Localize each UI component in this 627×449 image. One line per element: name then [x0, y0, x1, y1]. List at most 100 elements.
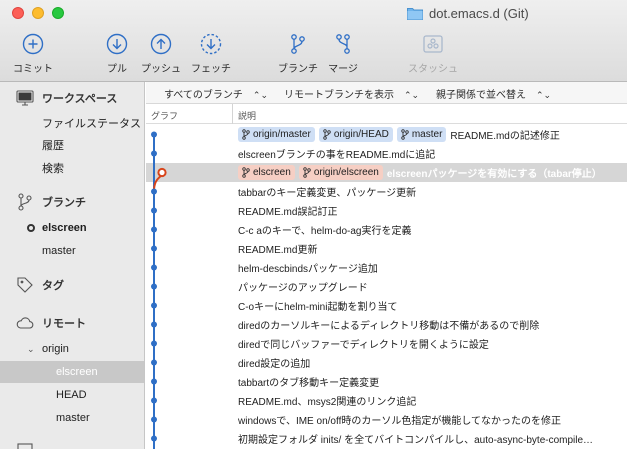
commit-message: 初期設定フォルダ inits/ を全てバイトコンパイルし、auto-async-… [238, 435, 594, 446]
branch-tag-label: origin/HEAD [333, 129, 389, 140]
sidebar-section-tags[interactable]: タグ [0, 272, 144, 298]
sidebar-item-search[interactable]: 検索 [0, 157, 144, 179]
sidebar-item-remote-master[interactable]: master [0, 407, 144, 429]
commit-description: elscreenブランチの事をREADME.mdに追記 [238, 145, 435, 162]
sidebar-section-branches[interactable]: ブランチ [0, 189, 144, 215]
show-remote-dropdown[interactable]: リモートブランチを表示 ⌃⌄ [284, 86, 419, 101]
sidebar-item-label: origin [42, 343, 69, 355]
sidebar-item-file-status[interactable]: ファイルステータス [0, 112, 144, 134]
up-down-chevron-icon: ⌃⌄ [536, 90, 552, 100]
commit-message: elscreenブランチの事をREADME.mdに追記 [238, 150, 436, 161]
all-branches-dropdown[interactable]: すべてのブランチ ⌃⌄ [164, 86, 268, 101]
arrow-up-circle-icon [150, 33, 172, 55]
graph-commit-node [151, 283, 157, 290]
branch-tag[interactable]: master [396, 127, 447, 142]
branch-tag[interactable]: origin/elscreen [298, 165, 383, 180]
graph-commit-node [151, 131, 157, 138]
commit-description: dired設定の追加 [238, 354, 310, 371]
commit-description: README.md誤記訂正 [238, 202, 337, 219]
sidebar-section-submodules[interactable] [0, 438, 144, 449]
window-title-text: dot.emacs.d (Git) [429, 5, 529, 21]
branch-icon [242, 167, 250, 178]
column-header-description[interactable]: 説明 [238, 109, 256, 122]
column-header-graph[interactable]: グラフ [151, 109, 178, 122]
sidebar-item-remote-elscreen[interactable]: elscreen [0, 361, 144, 383]
fetch-label: フェッチ [191, 64, 231, 75]
commit-message: diredで同じバッファーでディレクトリを開くように設定 [238, 340, 489, 351]
merge-button[interactable]: マージ [313, 33, 373, 75]
sidebar-item-branch-master[interactable]: master [0, 240, 144, 262]
cloud-icon [16, 317, 34, 329]
branch-tag[interactable]: origin/master [238, 127, 315, 142]
commit-message: helm-descbindsパッケージ追加 [238, 264, 378, 275]
sidebar-section-workspace[interactable]: ワークスペース [0, 85, 144, 111]
commit-message: dired設定の追加 [238, 359, 311, 370]
sidebar-item-branch-elscreen[interactable]: elscreen [0, 217, 144, 239]
sidebar-item-remote-head[interactable]: HEAD [0, 384, 144, 406]
all-branches-label: すべてのブランチ [164, 90, 243, 101]
tag-icon [17, 277, 33, 293]
graph-commit-node [151, 150, 157, 157]
commit-description: helm-descbindsパッケージ追加 [238, 259, 378, 276]
monitor-icon [16, 90, 34, 106]
sort-order-dropdown[interactable]: 親子関係で並べ替え ⌃⌄ [436, 86, 551, 101]
column-divider[interactable] [232, 104, 233, 124]
graph-commit-node [151, 321, 157, 328]
commit-message: README.mdの記述修正 [450, 131, 560, 142]
commit-description: README.md更新 [238, 240, 317, 257]
stash-button[interactable]: スタッシュ [403, 33, 463, 75]
graph-commit-node [151, 416, 157, 423]
commit-description: README.md、msys2関連のリンク追記 [238, 392, 416, 409]
branch-icon [323, 129, 331, 140]
commit-message: README.md誤記訂正 [238, 207, 338, 218]
sidebar-item-label: HEAD [56, 389, 87, 401]
branch-tag[interactable]: origin/HEAD [318, 127, 393, 142]
commit-description: origin/master origin/HEAD master README.mdの… [238, 126, 560, 143]
commit-message: パッケージのアップグレード [238, 283, 368, 294]
fetch-button[interactable]: フェッチ [181, 33, 241, 75]
commit-description: C-c aのキーで、helm-do-ag実行を定義 [238, 221, 411, 238]
graph-commit-node [151, 207, 157, 214]
stash-icon [423, 35, 443, 53]
sidebar-item-label: master [42, 245, 76, 257]
commit-message: tabbartのタブ移動キー定義変更 [238, 378, 380, 389]
up-down-chevron-icon: ⌃⌄ [252, 90, 268, 100]
commit-description: diredのカーソルキーによるディレクトリ移動は不備があるので削除 [238, 316, 539, 333]
arrow-down-circle-icon [106, 33, 128, 55]
graph-commit-node [157, 167, 167, 178]
sidebar-section-remotes[interactable]: リモート [0, 310, 144, 336]
sidebar-item-label: master [56, 412, 90, 424]
branch-tag[interactable]: elscreen [238, 165, 295, 180]
commit-label: コミット [13, 64, 53, 75]
sidebar-item-history[interactable]: 履歴 [0, 134, 144, 156]
graph-commit-node [151, 245, 157, 252]
sidebar-item-remote-origin[interactable]: ⌄ origin [0, 338, 144, 360]
window-title: dot.emacs.d (Git) [407, 5, 529, 21]
commit-button[interactable]: コミット [3, 33, 63, 75]
graph-commit-node [151, 340, 157, 347]
commit-description: diredで同じバッファーでディレクトリを開くように設定 [238, 335, 489, 352]
commit-message: README.md、msys2関連のリンク追記 [238, 397, 417, 408]
sidebar-item-label: elscreen [42, 222, 87, 234]
sidebar-item-label: 検索 [42, 163, 64, 175]
graph-commit-node [151, 359, 157, 366]
commit-description: パッケージのアップグレード [238, 278, 368, 295]
close-window-button[interactable] [12, 7, 24, 19]
commit-message: tabbarのキー定義変更、パッケージ更新 [238, 188, 417, 199]
graph-commit-node [151, 397, 157, 404]
commit-description: C-oキーにhelm-mini起動を割り当て [238, 297, 397, 314]
minimize-window-button[interactable] [32, 7, 44, 19]
sidebar: ワークスペース ファイルステータス 履歴 検索 ブランチ elscreen ma… [0, 82, 145, 449]
graph-commit-node [151, 435, 157, 442]
commit-description: elscreen origin/elscreen elscreenパッケージを有効に… [238, 164, 602, 181]
commit-message: README.md更新 [238, 245, 318, 256]
current-branch-icon [27, 224, 35, 232]
commit-description: tabbarのキー定義変更、パッケージ更新 [238, 183, 416, 200]
zoom-window-button[interactable] [52, 7, 64, 19]
stash-label: スタッシュ [408, 64, 458, 75]
commit-description: 初期設定フォルダ inits/ を全てバイトコンパイルし、auto-async-… [238, 430, 593, 447]
filter-bar: すべてのブランチ ⌃⌄ リモートブランチを表示 ⌃⌄ 親子関係で並べ替え ⌃⌄ [146, 82, 627, 104]
disclosure-open-icon[interactable]: ⌄ [27, 344, 35, 355]
commit-message: diredのカーソルキーによるディレクトリ移動は不備があるので削除 [238, 321, 540, 332]
window-toolbar: dot.emacs.d (Git) コミット プル プッシュ フェッチ ブランチ… [0, 0, 627, 82]
